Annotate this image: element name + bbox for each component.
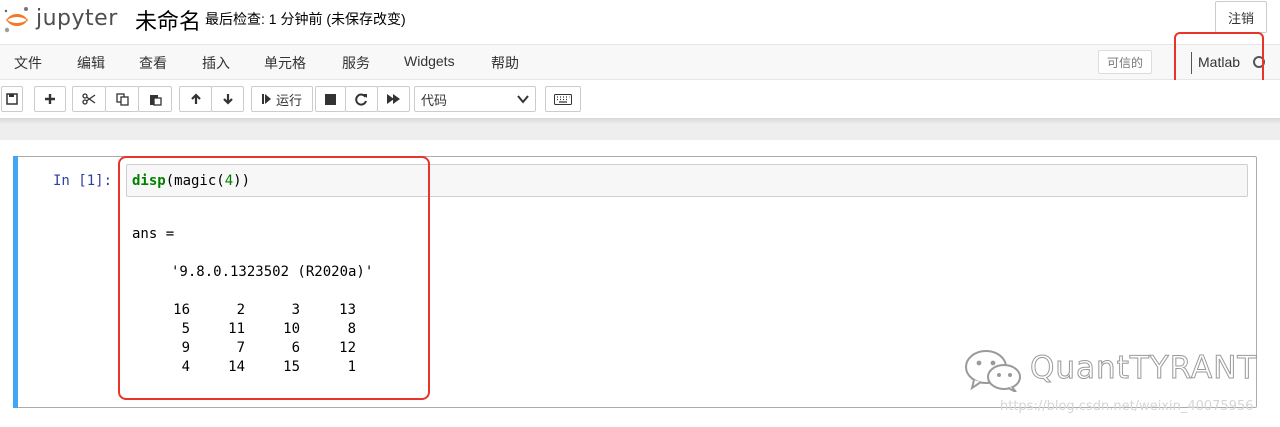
copy-button[interactable] bbox=[105, 86, 139, 112]
arrow-down-icon bbox=[222, 94, 233, 105]
input-prompt: In [1]: bbox=[53, 173, 113, 189]
copy-icon bbox=[115, 92, 129, 106]
menu-widgets[interactable]: Widgets bbox=[404, 53, 455, 69]
fast-forward-icon bbox=[386, 94, 400, 104]
restart-run-all-button[interactable] bbox=[377, 86, 410, 112]
menu-insert[interactable]: 插入 bbox=[202, 53, 230, 73]
stop-icon bbox=[325, 93, 336, 105]
move-down-button[interactable] bbox=[211, 86, 244, 112]
chevron-down-icon bbox=[517, 95, 529, 104]
menu-help[interactable]: 帮助 bbox=[491, 53, 519, 73]
run-button-label: 运行 bbox=[275, 92, 302, 108]
selected-cell-indicator bbox=[13, 156, 18, 408]
output-highlight-box bbox=[118, 156, 430, 400]
notebook-title[interactable]: 未命名 bbox=[135, 4, 201, 36]
watermark-text: QuantTYRANT bbox=[1029, 350, 1258, 387]
menu-edit[interactable]: 编辑 bbox=[77, 53, 105, 73]
step-forward-icon bbox=[261, 94, 271, 104]
refresh-icon bbox=[355, 93, 367, 105]
menu-kernel[interactable]: 服务 bbox=[342, 53, 370, 73]
menubar: 文件 编辑 查看 插入 单元格 服务 Widgets 帮助 可信的 Matlab bbox=[0, 44, 1280, 80]
jupyter-logo-text: jupyter bbox=[36, 6, 118, 31]
restart-kernel-button[interactable] bbox=[345, 86, 378, 112]
keyboard-icon bbox=[554, 93, 572, 105]
menu-file[interactable]: 文件 bbox=[14, 53, 42, 73]
interrupt-button[interactable] bbox=[315, 86, 346, 112]
checkpoint-status: 最后检查: 1 分钟前 (未保存改变) bbox=[205, 11, 406, 27]
watermark-url: https://blog.csdn.net/weixin_40075956 bbox=[1000, 399, 1254, 414]
plus-icon bbox=[45, 94, 55, 104]
scissors-icon bbox=[82, 93, 96, 105]
logout-button[interactable]: 注销 bbox=[1215, 1, 1267, 33]
jupyter-logo[interactable]: jupyter bbox=[2, 4, 120, 33]
paste-icon bbox=[149, 94, 162, 106]
save-button[interactable] bbox=[1, 86, 23, 112]
trusted-notebook-indicator[interactable]: 可信的 bbox=[1098, 50, 1152, 74]
toolbar: 运行 代码 bbox=[0, 80, 1280, 118]
header: jupyter 未命名 最后检查: 1 分钟前 (未保存改变) 注销 bbox=[0, 0, 1280, 44]
menu-view[interactable]: 查看 bbox=[139, 53, 167, 73]
paste-button[interactable] bbox=[138, 86, 172, 112]
wechat-icon bbox=[965, 350, 1021, 393]
header-shadow bbox=[0, 118, 1280, 124]
menu-cell[interactable]: 单元格 bbox=[264, 53, 306, 73]
cell-type-value: 代码 bbox=[421, 92, 448, 108]
save-icon bbox=[6, 93, 18, 105]
arrow-up-icon bbox=[190, 93, 201, 104]
watermark: QuantTYRANT bbox=[962, 348, 1257, 393]
jupyter-logo-icon bbox=[4, 7, 28, 33]
move-up-button[interactable] bbox=[179, 86, 212, 112]
run-button[interactable]: 运行 bbox=[251, 86, 313, 112]
command-palette-button[interactable] bbox=[545, 86, 581, 112]
kernel-highlight-box bbox=[1174, 32, 1264, 86]
cell-type-select[interactable]: 代码 bbox=[414, 86, 536, 112]
insert-cell-button[interactable] bbox=[34, 86, 66, 112]
cut-button[interactable] bbox=[72, 86, 106, 112]
